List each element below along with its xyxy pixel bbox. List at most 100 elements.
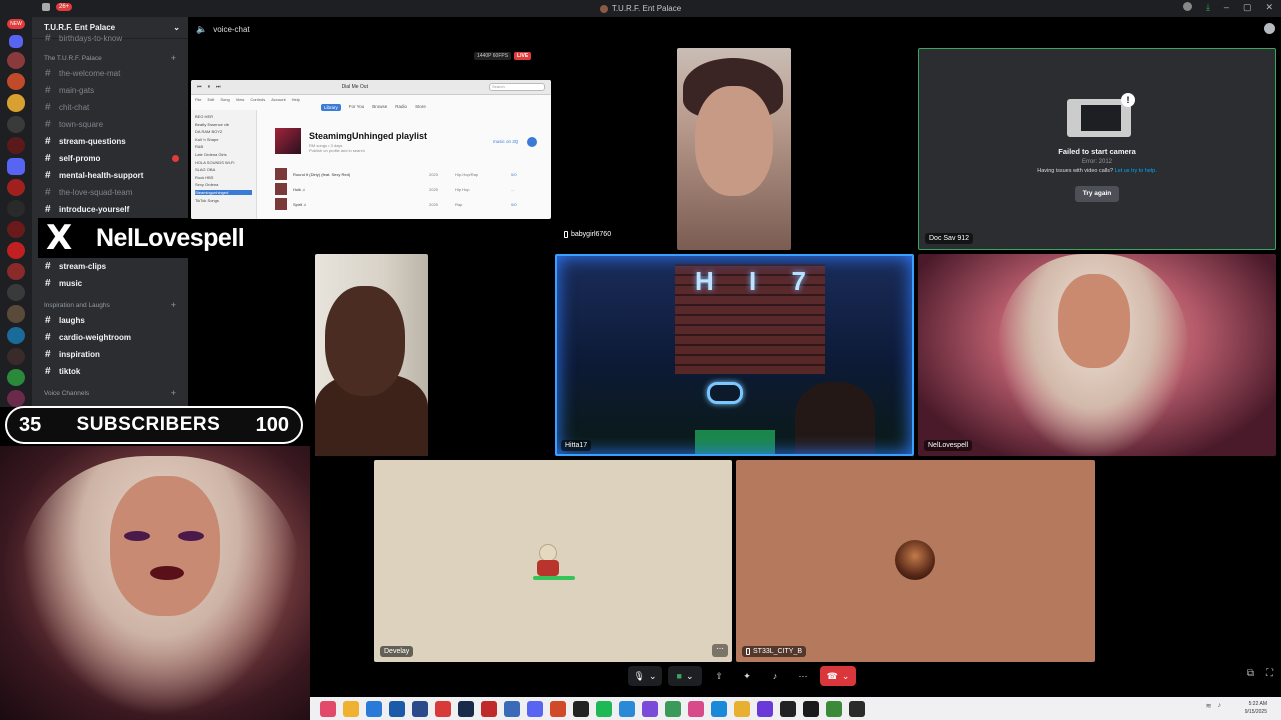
- screen-share-button[interactable]: ⇧: [708, 666, 730, 686]
- playlist-item[interactable]: Late Ordena Girls: [195, 152, 252, 157]
- server-icon[interactable]: [7, 178, 25, 196]
- playlist-item[interactable]: DA RAM BOYZ: [195, 129, 252, 134]
- channel-item[interactable]: # the-love-squad-team: [32, 184, 188, 201]
- add-channel-icon[interactable]: +: [171, 300, 176, 310]
- tiktok-icon[interactable]: [803, 700, 819, 717]
- channel-item[interactable]: # music: [32, 275, 188, 292]
- help-link[interactable]: Let us try to help.: [1115, 168, 1157, 174]
- bell-icon[interactable]: [42, 3, 50, 11]
- category-header[interactable]: The T.U.R.F. Palace +: [32, 51, 188, 65]
- music-tab[interactable]: Store: [415, 104, 426, 111]
- server-icon[interactable]: [7, 73, 25, 91]
- server-icon[interactable]: [7, 326, 25, 344]
- search-input[interactable]: Search: [489, 83, 545, 91]
- server-icon[interactable]: [7, 263, 25, 281]
- song-row[interactable]: Hulk ♫ 2025 Hip Hop...: [275, 183, 545, 195]
- participant-tile-guest[interactable]: [315, 254, 428, 456]
- folder-icon[interactable]: [343, 700, 359, 717]
- minimize-button[interactable]: –: [1224, 2, 1229, 13]
- try-again-button[interactable]: Try again: [1075, 186, 1119, 202]
- channel-item[interactable]: # tiktok: [32, 363, 188, 380]
- playlist-item[interactable]: TikTok Songs: [195, 198, 252, 203]
- playlist-item[interactable]: Steamingunhinged: [195, 189, 252, 195]
- channel-item[interactable]: # cardio-weightroom: [32, 329, 188, 346]
- volume-icon[interactable]: ♪: [1218, 702, 1222, 710]
- music-tab[interactable]: Browse: [372, 104, 387, 111]
- app-icon[interactable]: [550, 700, 566, 717]
- prev-icon[interactable]: ⏮: [197, 84, 202, 90]
- category-header[interactable]: Voice Channels +: [32, 386, 188, 400]
- app-icon[interactable]: [665, 700, 681, 717]
- channel-item[interactable]: # stream-questions: [32, 133, 188, 150]
- music-tab[interactable]: Radio: [395, 104, 407, 111]
- playlist-item[interactable]: BEG HER: [195, 114, 252, 119]
- server-icon[interactable]: [7, 368, 25, 386]
- menu-item[interactable]: Controls: [250, 97, 265, 102]
- server-icon[interactable]: [7, 221, 25, 239]
- home-icon[interactable]: [9, 35, 23, 49]
- playlist-item[interactable]: R&B: [195, 144, 252, 149]
- music-tab[interactable]: Library: [321, 104, 341, 111]
- channel-item[interactable]: # self-promo: [32, 150, 188, 167]
- chrome-icon[interactable]: [734, 700, 750, 717]
- server-icon[interactable]: [7, 94, 25, 112]
- more-options-button[interactable]: ⋯: [712, 644, 728, 657]
- participant-tile-nell[interactable]: NelLovespell: [918, 254, 1276, 456]
- youtube-icon[interactable]: [481, 700, 497, 717]
- spotify-icon[interactable]: [596, 700, 612, 717]
- channel-item[interactable]: # the-welcome-mat: [32, 65, 188, 82]
- channel-item[interactable]: # inspiration: [32, 346, 188, 363]
- server-icon[interactable]: [7, 199, 25, 218]
- fullscreen-icon[interactable]: ⛶: [1266, 668, 1273, 679]
- app-icon[interactable]: [642, 700, 658, 717]
- participant-tile-develay[interactable]: Develay ⋯: [374, 460, 732, 662]
- playlist-add-button[interactable]: [527, 137, 537, 147]
- screen-share-tile[interactable]: ⏮ ⏸ ⏭ Dial Me Out Search File Edit Song Vie…: [191, 80, 551, 219]
- wifi-icon[interactable]: ≋: [1206, 702, 1212, 710]
- help-icon[interactable]: [1182, 2, 1192, 11]
- app-icon[interactable]: [849, 700, 865, 717]
- playlist-item[interactable]: SLAG OBA: [195, 167, 252, 172]
- server-icon[interactable]: [7, 136, 25, 154]
- channel-item[interactable]: # introduce-yourself: [32, 201, 188, 218]
- song-row[interactable]: Spirit ♫ 2025 Rap 0/0: [275, 198, 545, 210]
- app-icon[interactable]: [826, 700, 842, 717]
- participant-tile-babygirl[interactable]: [677, 48, 791, 250]
- add-channel-icon[interactable]: +: [171, 388, 176, 398]
- server-icon[interactable]: [7, 242, 25, 260]
- channel-item[interactable]: # mental-health-support: [32, 167, 188, 184]
- channel-item[interactable]: # birthdays-to-know: [32, 33, 188, 44]
- server-icon-active[interactable]: [7, 157, 25, 175]
- app-icon[interactable]: [412, 700, 428, 717]
- chevron-down-icon[interactable]: ⌄: [649, 671, 657, 682]
- download-icon[interactable]: ⤓: [1206, 2, 1210, 13]
- add-channel-icon[interactable]: +: [171, 53, 176, 63]
- menu-item[interactable]: Help: [292, 97, 300, 102]
- cloud-icon[interactable]: [366, 700, 382, 717]
- music-tab[interactable]: For You: [349, 104, 365, 111]
- channel-item[interactable]: # main-gats: [32, 82, 188, 99]
- pause-icon[interactable]: ⏸: [208, 84, 211, 90]
- maximize-button[interactable]: ▢: [1243, 2, 1252, 13]
- disconnect-button[interactable]: ☎ ⌄: [820, 666, 856, 686]
- close-button[interactable]: ✕: [1265, 2, 1273, 13]
- playlist-item[interactable]: Kall 'n Shape: [195, 137, 252, 142]
- category-header[interactable]: Inspiration and Laughs +: [32, 298, 188, 312]
- app-icon[interactable]: [619, 700, 635, 717]
- menu-item[interactable]: File: [195, 97, 201, 102]
- menu-item[interactable]: Account: [271, 97, 285, 102]
- server-icon[interactable]: [7, 284, 25, 302]
- app-icon[interactable]: [688, 700, 704, 717]
- server-icon[interactable]: [7, 389, 25, 407]
- more-options-button[interactable]: ⋯: [792, 666, 814, 686]
- edge-icon[interactable]: [711, 700, 727, 717]
- channel-item[interactable]: # town-square: [32, 116, 188, 133]
- channel-item[interactable]: # chit-chat: [32, 99, 188, 116]
- popout-icon[interactable]: ⧉: [1247, 668, 1254, 679]
- menu-item[interactable]: Song: [220, 97, 229, 102]
- channel-item[interactable]: # laughs: [32, 312, 188, 329]
- server-icon[interactable]: [7, 305, 25, 323]
- app-icon[interactable]: [389, 700, 405, 717]
- discord-icon[interactable]: [527, 700, 543, 717]
- app-icon[interactable]: [780, 700, 796, 717]
